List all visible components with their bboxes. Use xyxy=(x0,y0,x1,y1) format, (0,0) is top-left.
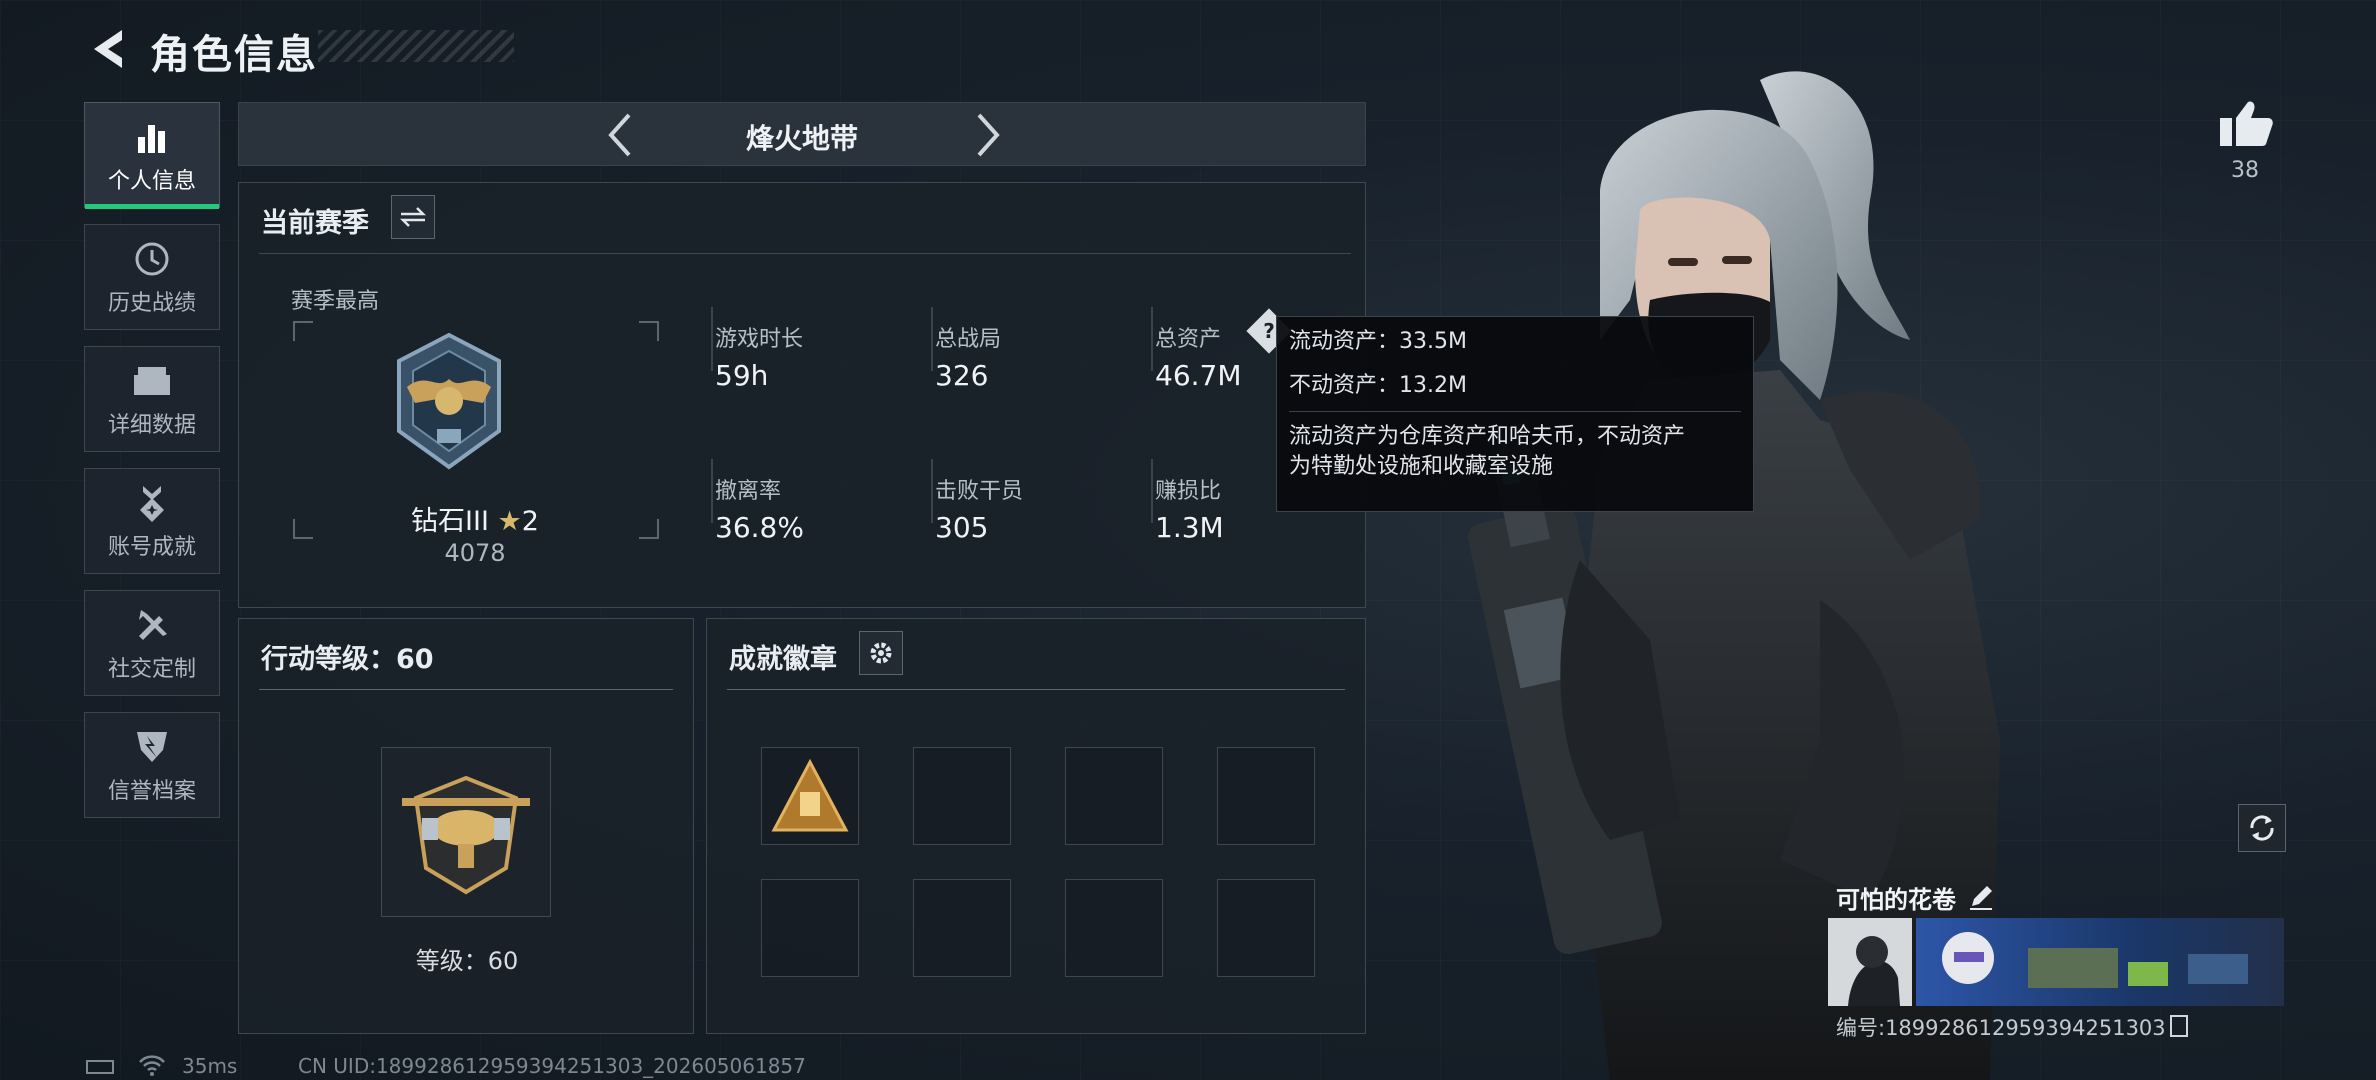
badge-slot[interactable] xyxy=(913,879,1011,977)
stat-divider xyxy=(711,459,713,523)
badge-slot[interactable] xyxy=(913,747,1011,845)
stat-value-profit-ratio: 1.3M xyxy=(1155,511,1224,544)
stat-label-kills: 击败干员 xyxy=(935,479,1024,504)
level-panel: 行动等级：60 等级：60 xyxy=(238,618,694,1034)
ping-text: 35ms xyxy=(182,1054,238,1078)
refresh-icon xyxy=(2250,815,2274,841)
stat-divider xyxy=(1151,459,1153,523)
refresh-button[interactable] xyxy=(2238,804,2286,852)
rank-display: 钻石III ★2 xyxy=(239,499,711,538)
player-name: 可怕的花卷 xyxy=(1836,886,1956,914)
tooltip-desc-line2: 为特勤处设施和收藏室设施 xyxy=(1289,454,1554,479)
pyramid-badge-icon xyxy=(771,758,849,832)
medal-icon xyxy=(85,483,219,523)
player-id-text: 编号:18992861295939425130​3 xyxy=(1836,1016,2166,1040)
sidebar-item-label: 账号成就 xyxy=(107,535,196,560)
page-title: 角色信息 xyxy=(150,32,318,78)
chevron-right-icon[interactable] xyxy=(967,111,1007,159)
gear-icon xyxy=(870,642,892,664)
level-emblem-frame xyxy=(381,747,551,917)
stat-value-kills: 305 xyxy=(935,511,989,544)
wifi-icon xyxy=(139,1055,165,1076)
rank-name: 钻石III xyxy=(411,506,489,537)
sidebar-item-detail-data[interactable]: 详细数据 xyxy=(84,346,220,452)
divider xyxy=(259,253,1351,254)
sidebar-item-label: 详细数据 xyxy=(107,413,196,438)
badge-slot[interactable] xyxy=(1217,747,1315,845)
level-text: 等级：60 xyxy=(415,947,519,975)
rank-stars: 2 xyxy=(521,506,539,537)
badge-slot[interactable] xyxy=(761,879,859,977)
badge-settings-button[interactable] xyxy=(859,631,903,675)
stat-value-playtime: 59h xyxy=(715,359,769,392)
badge-slot[interactable] xyxy=(761,747,859,845)
stat-value-assets: 46.7M xyxy=(1155,359,1242,392)
player-id: 编号:18992861295939425130​3 xyxy=(1836,1012,2188,1042)
shield-icon xyxy=(85,727,219,767)
stat-divider xyxy=(931,307,933,371)
stat-divider xyxy=(711,307,713,371)
tooltip-liquid-assets: 流动资产：33.5M xyxy=(1289,329,1467,354)
rank-emblem-icon xyxy=(397,332,501,470)
divider xyxy=(727,689,1345,690)
tools-icon xyxy=(85,605,219,645)
stat-label-profit-ratio: 赚损比 xyxy=(1155,479,1222,504)
sidebar-item-label: 历史战绩 xyxy=(107,291,196,316)
stat-divider xyxy=(931,459,933,523)
sidebar-item-label: 信誉档案 xyxy=(107,779,196,804)
uid-text: CN UID:18992861295939425130​3_2026050618… xyxy=(298,1054,806,1078)
badge-slot[interactable] xyxy=(1065,747,1163,845)
sidebar-item-history[interactable]: 历史战绩 xyxy=(84,224,220,330)
star-icon: ★ xyxy=(497,506,522,537)
edit-pencil-icon[interactable] xyxy=(1966,882,1996,912)
like-count: 38 xyxy=(2231,158,2259,183)
season-best-label: 赛季最高 xyxy=(291,289,380,314)
assets-tooltip: 流动资产：33.5M 不动资产：13.2M 流动资产为仓库资产和哈夫币，不动资产… xyxy=(1276,316,1754,512)
mode-title: 烽火地带 xyxy=(745,122,858,155)
badge-slot[interactable] xyxy=(1065,879,1163,977)
swap-icon xyxy=(399,207,427,227)
frame-corner xyxy=(639,321,659,341)
clock-icon xyxy=(85,239,219,279)
level-header: 行动等级：60 xyxy=(261,644,434,675)
stat-divider xyxy=(1151,307,1153,371)
frame-corner xyxy=(293,321,313,341)
thumbs-up-icon[interactable] xyxy=(2218,98,2274,148)
stat-label-matches: 总战局 xyxy=(935,327,1002,352)
copy-icon[interactable] xyxy=(2169,1015,2188,1037)
divider xyxy=(259,689,673,690)
badges-header: 成就徽章 xyxy=(729,644,837,675)
rank-score: 4078 xyxy=(444,539,506,567)
title-decoration xyxy=(318,30,514,62)
battery-icon xyxy=(86,1060,114,1074)
folder-icon xyxy=(85,361,219,401)
switch-season-button[interactable] xyxy=(391,195,435,239)
stat-value-extract-rate: 36.8% xyxy=(715,511,804,544)
sidebar-item-personal-info[interactable]: 个人信息 xyxy=(84,102,220,209)
sidebar-item-reputation[interactable]: 信誉档案 xyxy=(84,712,220,818)
stat-label-playtime: 游戏时长 xyxy=(715,327,804,352)
sidebar-item-label: 社交定制 xyxy=(107,657,196,682)
sidebar-item-social[interactable]: 社交定制 xyxy=(84,590,220,696)
stat-value-matches: 326 xyxy=(935,359,989,392)
profile-banner-image xyxy=(1828,918,2284,1006)
tooltip-divider xyxy=(1289,411,1741,412)
bar-chart-icon xyxy=(85,117,219,157)
season-header: 当前赛季 xyxy=(261,208,369,239)
badges-panel: 成就徽章 xyxy=(706,618,1366,1034)
season-panel: 当前赛季 赛季最高 钻石III ★2 4078 游戏时长 59h 总战局 326… xyxy=(238,182,1366,608)
stat-label-assets: 总资产 xyxy=(1155,327,1222,352)
profile-card[interactable] xyxy=(1828,918,2284,1006)
sidebar-item-label: 个人信息 xyxy=(107,169,196,194)
mode-selector: 烽火地带 xyxy=(238,102,1366,166)
sidebar-item-achievements[interactable]: 账号成就 xyxy=(84,468,220,574)
tooltip-fixed-assets: 不动资产：13.2M xyxy=(1289,373,1467,398)
helicopter-emblem-icon xyxy=(402,775,530,895)
badge-slot[interactable] xyxy=(1217,879,1315,977)
tooltip-desc-line1: 流动资产为仓库资产和哈夫币，不动资产 xyxy=(1289,424,1686,449)
stat-label-extract-rate: 撤离率 xyxy=(715,479,782,504)
back-arrow-icon[interactable] xyxy=(84,24,134,74)
